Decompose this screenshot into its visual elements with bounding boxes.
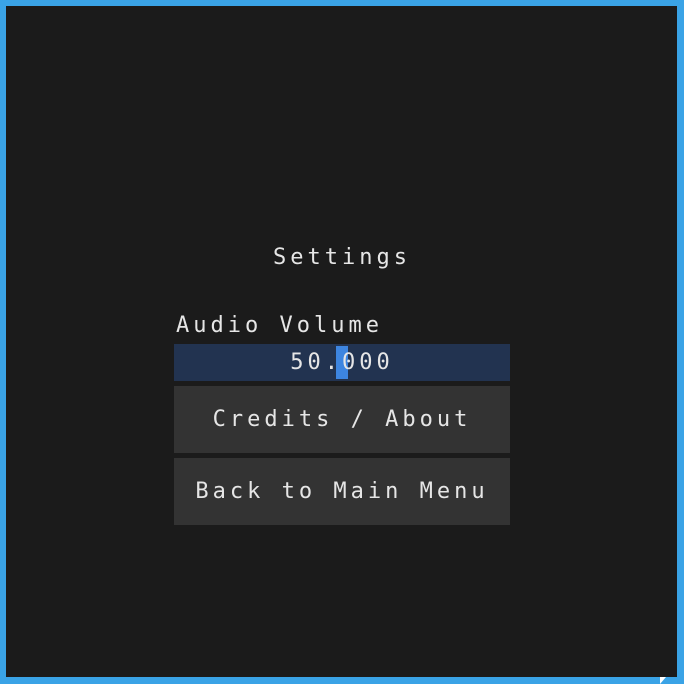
- audio-volume-slider[interactable]: 50.000: [174, 344, 510, 381]
- credits-about-button[interactable]: Credits / About: [174, 386, 510, 453]
- settings-window: [6, 6, 677, 677]
- page-title: Settings: [273, 245, 411, 270]
- audio-volume-label: Audio Volume: [176, 313, 383, 338]
- back-to-main-menu-button[interactable]: Back to Main Menu: [174, 458, 510, 525]
- audio-volume-value: 50.000: [290, 350, 394, 375]
- mouse-cursor-icon: [660, 677, 666, 684]
